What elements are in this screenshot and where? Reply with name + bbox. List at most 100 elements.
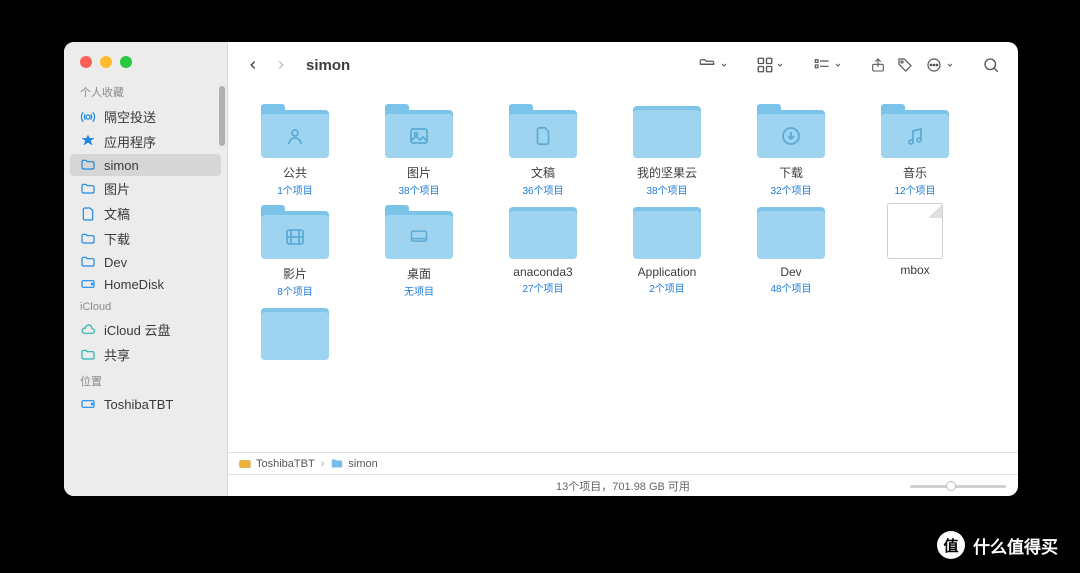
airdrop-icon [80, 109, 96, 125]
minimize-button[interactable] [100, 56, 112, 68]
grid-item[interactable]: 音乐12个项目 [862, 102, 968, 197]
status-bar: 13个项目，701.98 GB 可用 [228, 474, 1018, 496]
view-icons-button[interactable] [752, 54, 788, 76]
folder-icon [755, 203, 827, 261]
sidebar-item-label: 下载 [104, 229, 130, 248]
folder-icon [330, 457, 344, 471]
sidebar-item-label: HomeDisk [104, 277, 164, 292]
sidebar-content: 个人收藏隔空投送应用程序 simon图片文稿下载 Dev HomeDisk iCloud… [64, 78, 227, 496]
grid-item[interactable]: anaconda327个项目 [490, 203, 596, 298]
item-count: 2个项目 [649, 280, 685, 295]
sidebar-item-下载[interactable]: 下载 [64, 226, 227, 251]
folder-icon [80, 181, 96, 197]
folder-icon [383, 102, 455, 160]
grid-item[interactable]: 影片8个项目 [242, 203, 348, 298]
disk-icon [80, 396, 96, 412]
item-name: mbox [900, 263, 929, 277]
disk-icon [238, 457, 252, 471]
item-name: 公共 [283, 164, 307, 181]
icloud-icon [80, 322, 96, 338]
item-count: 无项目 [404, 283, 434, 298]
sidebar-item-文稿[interactable]: 文稿 [64, 201, 227, 226]
item-name: 我的坚果云 [637, 164, 697, 181]
sidebar-item-icloud 云盘[interactable]: iCloud 云盘 [64, 317, 227, 342]
sidebar-item-label: 应用程序 [104, 132, 156, 151]
close-button[interactable] [80, 56, 92, 68]
grid-item[interactable]: 桌面无项目 [366, 203, 472, 298]
sidebar-item-隔空投送[interactable]: 隔空投送 [64, 104, 227, 129]
item-count: 8个项目 [277, 283, 313, 298]
sidebar-section-title: iCloud [64, 295, 227, 317]
sidebar-section-title: 位置 [64, 367, 227, 393]
sidebar-item-homedisk[interactable]: HomeDisk [64, 273, 227, 295]
grid-item[interactable]: Application2个项目 [614, 203, 720, 298]
new-folder-button[interactable] [692, 54, 732, 76]
content-pane: simon [228, 42, 1018, 496]
sidebar-item-应用程序[interactable]: 应用程序 [64, 129, 227, 154]
icon-grid: 公共1个项目图片38个项目文稿36个项目我的坚果云38个项目下载32个项目音乐1… [242, 102, 1008, 366]
tags-button[interactable] [892, 54, 918, 76]
icon-size-slider[interactable] [910, 481, 1006, 491]
path-separator-icon: › [321, 458, 325, 470]
main-row: 个人收藏隔空投送应用程序simon图片文稿下载DevHomeDiskiCloud… [64, 42, 1018, 496]
path-leaf[interactable]: simon [348, 458, 377, 470]
icon-grid-area[interactable]: 公共1个项目图片38个项目文稿36个项目我的坚果云38个项目下载32个项目音乐1… [228, 88, 1018, 452]
sidebar-item-toshibatbt[interactable]: ToshibaTBT [64, 393, 227, 415]
sidebar-scrollbar[interactable] [219, 86, 225, 146]
item-count: 32个项目 [770, 182, 811, 197]
watermark: 值 什么值得买 [937, 531, 1058, 559]
sidebar-section-title: 个人收藏 [64, 78, 227, 104]
apps-icon [80, 134, 96, 150]
sidebar-item-dev[interactable]: Dev [64, 251, 227, 273]
sidebar-item-共享[interactable]: 共享 [64, 342, 227, 367]
item-name: 音乐 [903, 164, 927, 181]
item-count: 27个项目 [522, 280, 563, 295]
group-by-button[interactable] [808, 55, 846, 75]
search-button[interactable] [978, 54, 1004, 76]
grid-item[interactable]: 公共1个项目 [242, 102, 348, 197]
watermark-badge-icon: 值 [937, 531, 965, 559]
folder-icon [259, 102, 331, 160]
back-button[interactable] [242, 54, 264, 76]
folder-icon [383, 203, 455, 261]
folder-icon [259, 203, 331, 261]
sidebar: 个人收藏隔空投送应用程序 simon图片文稿下载 Dev HomeDisk iCloud… [64, 42, 228, 496]
folder-icon [507, 203, 579, 261]
item-count: 48个项目 [770, 280, 811, 295]
grid-item[interactable]: 文稿36个项目 [490, 102, 596, 197]
sidebar-item-label: Dev [104, 255, 127, 270]
sidebar-item-simon[interactable]: simon [70, 154, 221, 176]
zoom-button[interactable] [120, 56, 132, 68]
grid-item[interactable]: 下载32个项目 [738, 102, 844, 197]
watermark-text: 什么值得买 [973, 533, 1058, 558]
grid-item[interactable]: mbox [862, 203, 968, 298]
item-count: 38个项目 [646, 182, 687, 197]
item-count: 36个项目 [522, 182, 563, 197]
sidebar-item-label: iCloud 云盘 [104, 320, 170, 339]
folder-icon [631, 102, 703, 160]
file-icon [887, 203, 943, 259]
item-name: Dev [780, 265, 801, 279]
item-name: Application [638, 265, 697, 279]
folder-icon [80, 157, 96, 173]
item-count: 1个项目 [277, 182, 313, 197]
path-root[interactable]: ToshibaTBT [256, 458, 315, 470]
item-name: 下载 [779, 164, 803, 181]
folder-icon [80, 254, 96, 270]
item-name: 影片 [283, 265, 307, 282]
share-button[interactable] [866, 54, 890, 76]
forward-button[interactable] [270, 54, 292, 76]
shared-icon [80, 347, 96, 363]
grid-item[interactable] [242, 304, 348, 366]
folder-icon [755, 102, 827, 160]
grid-item[interactable]: 图片38个项目 [366, 102, 472, 197]
sidebar-item-label: ToshibaTBT [104, 397, 173, 412]
grid-item[interactable]: 我的坚果云38个项目 [614, 102, 720, 197]
sidebar-item-图片[interactable]: 图片 [64, 176, 227, 201]
disk-icon [80, 276, 96, 292]
folder-icon [631, 203, 703, 261]
grid-item[interactable]: Dev48个项目 [738, 203, 844, 298]
folder-icon [879, 102, 951, 160]
action-menu-button[interactable] [920, 54, 958, 76]
toolbar: simon [228, 42, 1018, 88]
